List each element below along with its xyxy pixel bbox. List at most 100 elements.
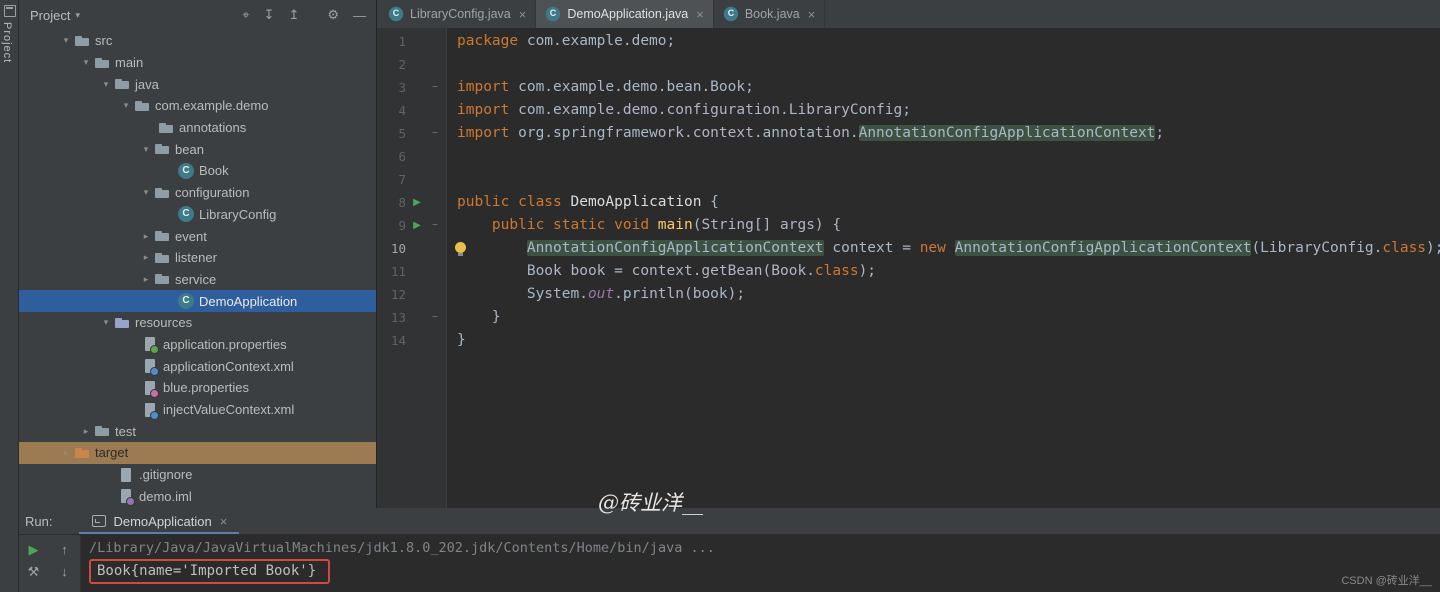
chevron-expanded-icon[interactable]: ▾ (138, 144, 154, 155)
fold-icon[interactable]: − (428, 128, 442, 139)
code-line-10[interactable]: AnnotationConfigApplicationContext conte… (447, 237, 1440, 260)
tree-item-src[interactable]: ▾ src (18, 30, 376, 52)
chevron-expanded-icon[interactable]: ▾ (138, 187, 154, 198)
editor-body[interactable]: 1 2 3−4 5−6 7 8 ▶ 9 ▶ −10 11 12 13−14 package com.ex… (376, 28, 1440, 508)
step-up-icon[interactable]: ↑ (61, 543, 68, 557)
code-line-2[interactable] (447, 53, 1440, 76)
run-tab-demoapplication[interactable]: DemoApplication × (79, 508, 240, 534)
tree-item-demo-iml[interactable]: demo.iml (18, 485, 376, 507)
tree-item-com-example-demo[interactable]: ▾ com.example.demo (18, 95, 376, 117)
code-line-13[interactable]: } (447, 306, 1440, 329)
xml-icon (142, 402, 159, 420)
class-icon: C (178, 162, 194, 179)
chevron-collapsed-icon[interactable]: ▸ (138, 274, 154, 285)
intention-bulb-icon[interactable] (455, 242, 466, 256)
close-icon[interactable]: × (220, 514, 228, 529)
close-icon[interactable]: × (808, 7, 816, 22)
line-number: 9 (398, 218, 406, 233)
fold-icon[interactable]: − (428, 220, 442, 231)
line-number: 3 (398, 80, 406, 95)
chevron-expanded-icon[interactable]: ▾ (118, 100, 134, 111)
tree-item-application-properties[interactable]: application.properties (18, 334, 376, 356)
step-down-icon[interactable]: ↓ (61, 565, 68, 579)
chevron-collapsed-icon[interactable]: ▸ (78, 426, 94, 437)
tree-item-label: demo.iml (139, 488, 192, 504)
tree-item-configuration[interactable]: ▾ configuration (18, 182, 376, 204)
close-icon[interactable]: × (519, 7, 527, 22)
chevron-collapsed-icon[interactable]: ▸ (138, 252, 154, 263)
code-line-8[interactable]: public class DemoApplication { (447, 191, 1440, 214)
code-line-14[interactable]: } (447, 329, 1440, 352)
project-panel-title[interactable]: Project (30, 8, 70, 23)
line-number: 10 (390, 241, 406, 256)
tree-item-listener[interactable]: ▸ listener (18, 247, 376, 269)
chevron-expanded-icon[interactable]: ▾ (58, 35, 74, 46)
gutter-line: 1 (376, 30, 446, 53)
chevron-down-icon[interactable]: ▾ (75, 10, 80, 21)
run-tab-label: DemoApplication (113, 513, 212, 529)
folder-icon (94, 423, 110, 439)
tree-item-event[interactable]: ▸ event (18, 225, 376, 247)
tree-item-book[interactable]: C Book (18, 160, 376, 182)
settings-gear-icon[interactable]: ⚙ (327, 7, 339, 23)
tree-item-demoapplication[interactable]: C DemoApplication (18, 290, 376, 312)
tree-item-label: event (175, 228, 207, 244)
editor-tab-libraryconfig-java[interactable]: C LibraryConfig.java × (379, 0, 537, 28)
gutter-line: 2 (376, 53, 446, 76)
tree-item-main[interactable]: ▾ main (18, 52, 376, 74)
editor-tab-demoapplication-java[interactable]: C DemoApplication.java × (536, 0, 714, 28)
code-line-1[interactable]: package com.example.demo; (447, 30, 1440, 53)
tree-item-libraryconfig[interactable]: C LibraryConfig (18, 204, 376, 226)
code-token: import (457, 125, 510, 141)
tree-item-target[interactable]: ▸ target (18, 442, 376, 464)
code-line-4[interactable]: import com.example.demo.configuration.Li… (447, 99, 1440, 122)
tool-window-grid-icon[interactable] (4, 5, 16, 17)
code-line-5[interactable]: import org.springframework.context.annot… (447, 122, 1440, 145)
tree-item-service[interactable]: ▸ service (18, 269, 376, 291)
settings-wrench-icon[interactable]: ⚒ (28, 565, 40, 579)
tree-item-label: target (95, 445, 129, 461)
console-output-line[interactable]: Book{name='Imported Book'} (89, 559, 1440, 584)
code-line-6[interactable] (447, 145, 1440, 168)
chevron-expanded-icon[interactable]: ▾ (98, 79, 114, 90)
props2-icon (142, 380, 159, 398)
run-line-icon[interactable]: ▶ (406, 197, 428, 208)
code-area[interactable]: package com.example.demo; import com.exa… (447, 28, 1440, 508)
editor-tab-book-java[interactable]: C Book.java × (714, 0, 826, 28)
tree-item-bean[interactable]: ▾ bean (18, 138, 376, 160)
expand-all-icon[interactable]: ↧ (264, 7, 275, 23)
tree-item-gitignore[interactable]: .gitignore (18, 464, 376, 486)
run-line-icon[interactable]: ▶ (406, 220, 428, 231)
code-line-9[interactable]: public static void main(String[] args) { (447, 214, 1440, 237)
code-line-7[interactable] (447, 168, 1440, 191)
console-command-line[interactable]: /Library/Java/JavaVirtualMachines/jdk1.8… (89, 538, 1440, 558)
tree-item-annotations[interactable]: annotations (18, 117, 376, 139)
project-tool-window-stripe[interactable]: Project (1, 22, 13, 63)
project-tree: ▾ src ▾ main ▾ java ▾ com.example.demo annotatio… (18, 30, 376, 507)
chevron-collapsed-icon[interactable]: ▸ (138, 231, 154, 242)
code-line-12[interactable]: System.out.println(book); (447, 283, 1440, 306)
watermark-center: @砖业洋__ (598, 491, 703, 515)
tree-item-test[interactable]: ▸ test (18, 420, 376, 442)
tree-item-applicationcontext-xml[interactable]: applicationContext.xml (18, 355, 376, 377)
fold-icon[interactable]: − (428, 82, 442, 93)
chevron-expanded-icon[interactable]: ▾ (98, 317, 114, 328)
tree-item-resources[interactable]: ▾ resources (18, 312, 376, 334)
rerun-icon[interactable]: ▶ (29, 543, 39, 557)
code-line-11[interactable]: Book book = context.getBean(Book.class); (447, 260, 1440, 283)
tree-item-label: LibraryConfig (199, 206, 277, 222)
tree-item-java[interactable]: ▾ java (18, 73, 376, 95)
fold-icon[interactable]: − (428, 312, 442, 323)
gutter-line: 12 (376, 283, 446, 306)
collapse-all-icon[interactable]: ↥ (288, 7, 299, 23)
chevron-collapsed-icon[interactable]: ▸ (58, 447, 74, 458)
code-token: new (919, 240, 946, 256)
tree-item-injectvaluecontext-xml[interactable]: injectValueContext.xml (18, 399, 376, 421)
chevron-expanded-icon[interactable]: ▾ (78, 57, 94, 68)
code-line-3[interactable]: import com.example.demo.bean.Book; (447, 76, 1440, 99)
console-output[interactable]: /Library/Java/JavaVirtualMachines/jdk1.8… (81, 535, 1440, 592)
tree-item-blue-properties[interactable]: blue.properties (18, 377, 376, 399)
close-icon[interactable]: × (696, 7, 704, 22)
locate-file-icon[interactable]: ⌖ (242, 7, 249, 23)
hide-panel-icon[interactable]: — (353, 8, 366, 23)
